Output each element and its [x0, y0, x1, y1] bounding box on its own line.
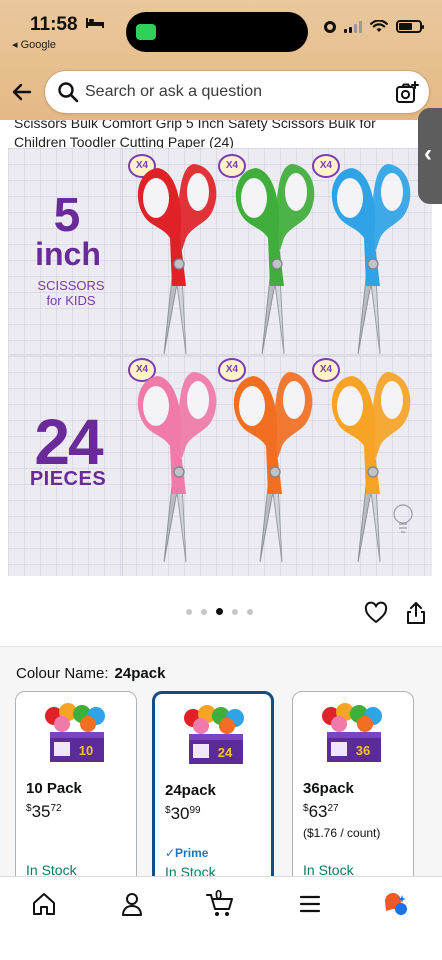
blue-scissor	[331, 164, 411, 355]
dynamic-island	[126, 12, 308, 52]
subtitle-line2: for KIDS	[46, 293, 96, 308]
side-drawer-handle[interactable]: ‹	[418, 108, 442, 204]
account-icon[interactable]	[118, 891, 146, 917]
carousel-dot[interactable]	[186, 608, 192, 615]
product-title-line2: Children Toodler Cutting Paper (24)	[14, 134, 234, 148]
search-bar[interactable]	[44, 70, 430, 114]
bottom-tab-bar: 0	[0, 876, 442, 960]
image-grid-line	[122, 148, 123, 576]
option-price: $3572	[26, 802, 62, 821]
search-icon	[58, 82, 79, 103]
heart-icon[interactable]	[364, 601, 388, 625]
pink-scissor	[137, 372, 217, 563]
option-name: 24pack	[165, 782, 216, 799]
cart-button[interactable]: 0	[206, 887, 234, 917]
product-thumbnail: 36	[322, 703, 382, 762]
size-unit: inch	[35, 236, 101, 272]
product-thumbnail: 24	[184, 705, 244, 764]
product-title-line1: Scissors Bulk Comfort Grip 5 Inch Safety…	[14, 120, 376, 131]
orange-scissor	[233, 372, 313, 563]
piece-count-label: PIECES	[29, 468, 107, 490]
carousel-dot[interactable]	[201, 608, 207, 615]
selected-colour-value: 24pack	[114, 665, 166, 682]
wifi-icon	[370, 20, 388, 32]
chevron-left-icon: ‹	[424, 140, 432, 167]
back-to-app-link[interactable]: ◂ Google	[12, 38, 56, 51]
prime-badge: ✓Prime	[165, 846, 209, 860]
size-number: 5	[53, 189, 81, 242]
piece-count-number: 24	[34, 406, 103, 478]
option-price: $6327	[303, 802, 339, 821]
variation-selector: Colour Name: 24pack 10 10 Pack $3572 In S…	[0, 646, 442, 891]
carousel-dot[interactable]	[216, 608, 223, 615]
option-price: $3099	[165, 804, 201, 823]
svg-text:10: 10	[79, 743, 93, 758]
lightbulb-doodle-icon	[393, 504, 413, 533]
sleep-focus-icon	[86, 18, 104, 28]
carousel-dot[interactable]	[247, 608, 253, 615]
menu-icon[interactable]	[296, 891, 324, 917]
red-scissor	[137, 164, 217, 355]
scissors-for-kids-text: SCISSORS for KIDS	[16, 278, 126, 308]
battery-icon	[396, 20, 424, 33]
colour-label-text: Colour Name:	[16, 665, 109, 682]
visual-search-camera-icon[interactable]	[395, 81, 419, 105]
carousel-dots[interactable]	[186, 608, 253, 615]
recording-icon	[324, 20, 336, 33]
rufus-assistant-icon[interactable]	[382, 891, 410, 917]
colour-name-label: Colour Name: 24pack	[16, 665, 165, 682]
product-thumbnail: 10	[45, 703, 105, 762]
share-icon[interactable]	[405, 601, 427, 625]
svg-text:36: 36	[356, 743, 370, 758]
status-time: 11:58	[30, 14, 78, 35]
option-36pack[interactable]: 36 36pack $6327 ($1.76 / count) In Stock	[292, 691, 414, 891]
home-icon[interactable]	[30, 891, 58, 917]
carousel-dot[interactable]	[232, 608, 238, 615]
app-header: 11:58 ◂ Google	[0, 0, 442, 120]
facetime-icon	[136, 24, 156, 40]
cellular-signal-icon	[344, 20, 362, 33]
product-title-strip: Scissors Bulk Comfort Grip 5 Inch Safety…	[0, 120, 442, 148]
option-name: 36pack	[303, 780, 354, 797]
cart-count: 0	[215, 887, 223, 902]
option-24pack[interactable]: 24 24pack $3099 ✓Prime In Stock	[152, 691, 274, 891]
green-scissor	[235, 164, 315, 355]
product-title: Scissors Bulk Comfort Grip 5 Inch Safety…	[14, 120, 414, 148]
back-arrow-icon[interactable]	[10, 80, 34, 104]
unit-price: ($1.76 / count)	[303, 826, 381, 840]
option-10-pack[interactable]: 10 10 Pack $3572 In Stock	[15, 691, 137, 891]
subtitle-line1: SCISSORS	[37, 278, 105, 293]
product-image[interactable]: 5 inch SCISSORS for KIDS 24 PIECES X4 X4…	[8, 148, 432, 576]
svg-text:24: 24	[218, 745, 233, 760]
search-input[interactable]	[85, 83, 385, 101]
status-icons	[324, 20, 424, 33]
option-name: 10 Pack	[26, 780, 82, 797]
